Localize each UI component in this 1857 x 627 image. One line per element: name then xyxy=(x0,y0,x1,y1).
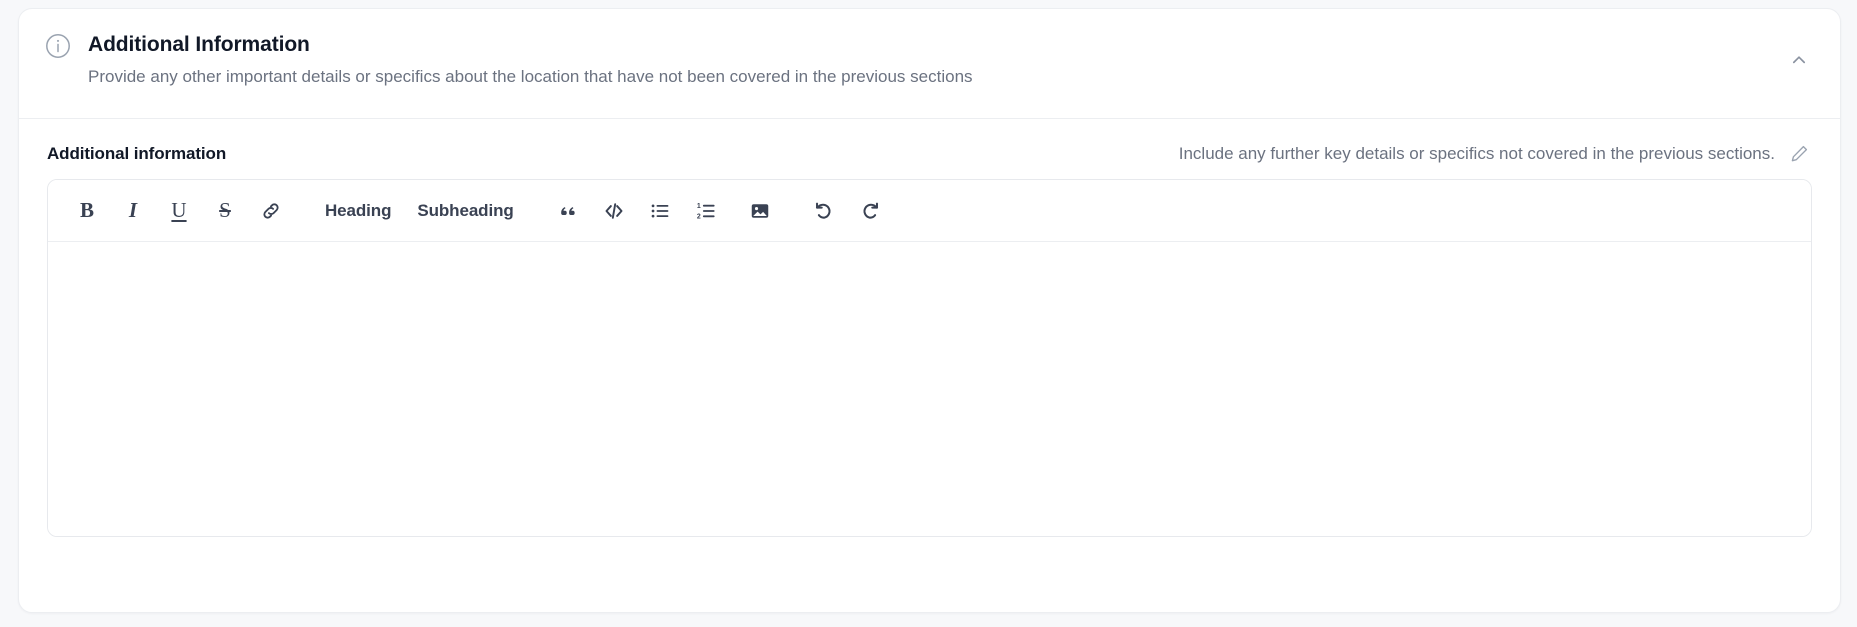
link-button[interactable] xyxy=(251,191,291,231)
numbered-list-button[interactable]: 1 2 xyxy=(686,191,726,231)
field-label-row: Additional information Include any furth… xyxy=(47,143,1812,165)
section-header-row: Additional Information Provide any other… xyxy=(45,31,1814,88)
editor-toolbar: B I U S Heading Subheading 1 2 xyxy=(48,180,1811,242)
link-icon xyxy=(260,200,282,222)
code-block-icon xyxy=(603,200,625,222)
additional-information-page: Additional Information Provide any other… xyxy=(0,0,1857,627)
redo-button[interactable] xyxy=(850,191,890,231)
section-header-texts: Additional Information Provide any other… xyxy=(88,31,1814,88)
strikethrough-icon: S xyxy=(219,198,231,222)
image-icon xyxy=(749,200,771,222)
pencil-edit-icon[interactable] xyxy=(1788,143,1810,165)
section-body: Additional information Include any furth… xyxy=(19,119,1840,537)
additional-information-textarea[interactable] xyxy=(48,242,1811,536)
undo-icon xyxy=(813,200,835,222)
bold-button[interactable]: B xyxy=(67,191,107,231)
additional-information-card: Additional Information Provide any other… xyxy=(18,8,1841,613)
underline-icon: U xyxy=(171,198,187,222)
additional-information-hint: Include any further key details or speci… xyxy=(1178,144,1775,163)
blockquote-button[interactable] xyxy=(548,191,588,231)
section-collapse-button[interactable] xyxy=(1782,45,1816,75)
underline-button[interactable]: U xyxy=(159,191,199,231)
strikethrough-button[interactable]: S xyxy=(205,191,245,231)
chevron-up-icon xyxy=(1789,50,1809,70)
italic-button[interactable]: I xyxy=(113,191,153,231)
subheading-button[interactable]: Subheading xyxy=(407,191,523,231)
svg-text:2: 2 xyxy=(696,213,700,220)
heading-button[interactable]: Heading xyxy=(315,191,401,231)
page-title: Additional Information xyxy=(88,33,310,56)
bullet-list-icon xyxy=(649,200,671,222)
numbered-list-icon: 1 2 xyxy=(695,200,717,222)
additional-information-label: Additional information xyxy=(47,144,227,163)
blockquote-icon xyxy=(558,201,578,221)
bullet-list-button[interactable] xyxy=(640,191,680,231)
redo-icon xyxy=(859,200,881,222)
insert-image-button[interactable] xyxy=(740,191,780,231)
code-block-button[interactable] xyxy=(594,191,634,231)
rich-text-editor: B I U S Heading Subheading 1 2 xyxy=(47,179,1812,537)
bold-icon: B xyxy=(79,198,94,222)
info-circle-icon xyxy=(45,33,71,59)
section-subtitle: Provide any other important details or s… xyxy=(88,67,973,86)
undo-button[interactable] xyxy=(804,191,844,231)
field-hint-wrap: Include any further key details or speci… xyxy=(1179,143,1810,165)
italic-icon: I xyxy=(128,198,138,222)
section-header[interactable]: Additional Information Provide any other… xyxy=(19,9,1840,119)
svg-text:1: 1 xyxy=(696,202,700,209)
